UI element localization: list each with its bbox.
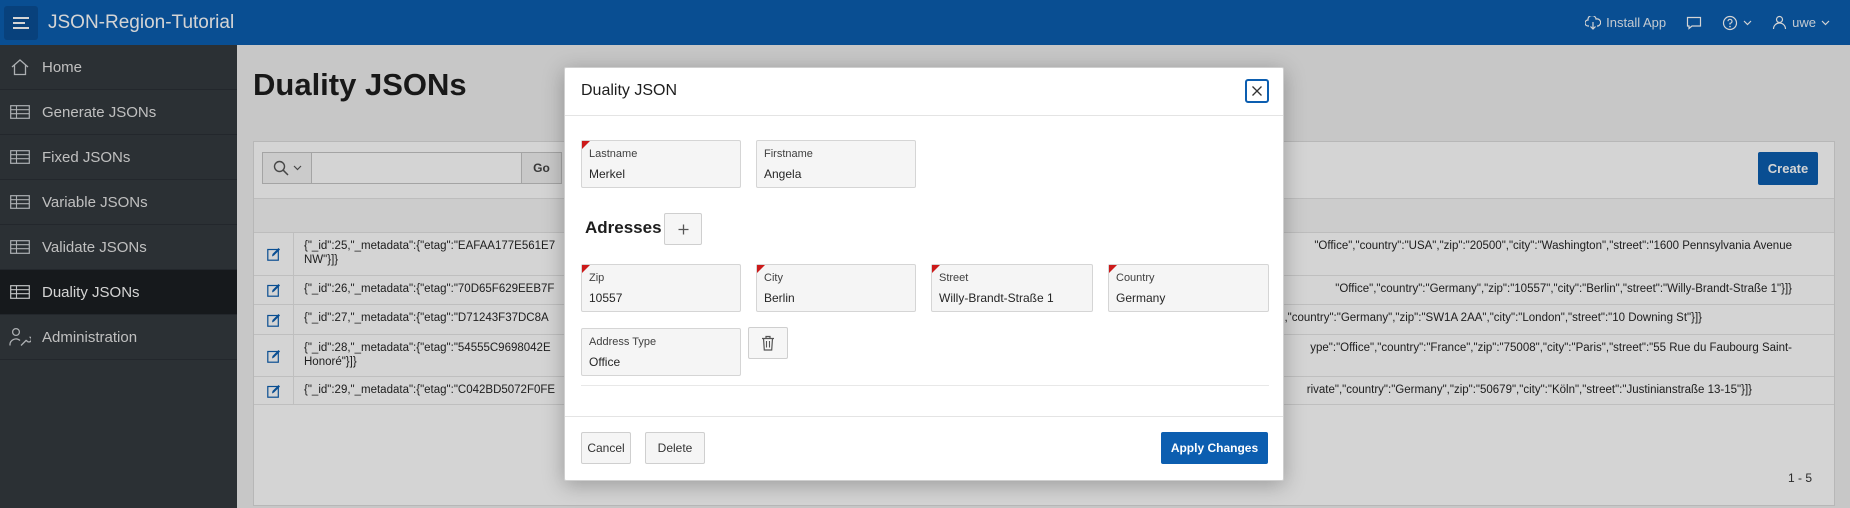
city-field[interactable]: City Berlin [756, 264, 916, 312]
dialog-footer: Cancel Delete Apply Changes [565, 416, 1283, 480]
street-value: Willy-Brandt-Straße 1 [939, 291, 1054, 305]
address-type-label: Address Type [589, 336, 657, 348]
street-field[interactable]: Street Willy-Brandt-Straße 1 [931, 264, 1093, 312]
trash-icon [762, 335, 774, 351]
delete-button[interactable]: Delete [645, 432, 705, 464]
delete-address-button[interactable] [748, 327, 788, 359]
section-divider [581, 385, 1269, 386]
close-button[interactable] [1245, 79, 1269, 103]
add-address-button[interactable] [664, 213, 702, 245]
address-type-value: Office [589, 355, 621, 369]
firstname-field[interactable]: Firstname Angela [756, 140, 916, 188]
close-icon [1252, 86, 1262, 96]
zip-value: 10557 [589, 291, 623, 305]
firstname-label: Firstname [764, 148, 813, 160]
lastname-label: Lastname [589, 148, 638, 160]
apply-changes-button[interactable]: Apply Changes [1161, 432, 1268, 464]
cancel-button[interactable]: Cancel [581, 432, 631, 464]
dialog-title: Duality JSON [581, 82, 678, 99]
lastname-field[interactable]: Lastname Merkel [581, 140, 741, 188]
zip-label: Zip [589, 272, 605, 284]
zip-field[interactable]: Zip 10557 [581, 264, 741, 312]
country-label: Country [1116, 272, 1155, 284]
country-value: Germany [1116, 291, 1166, 305]
address-type-field[interactable]: Address Type Office [581, 328, 741, 376]
dialog-header: Duality JSON [565, 68, 1283, 116]
country-field[interactable]: Country Germany [1108, 264, 1269, 312]
lastname-value: Merkel [589, 167, 626, 181]
plus-icon [678, 224, 688, 234]
firstname-value: Angela [764, 167, 802, 181]
city-value: Berlin [764, 291, 795, 305]
city-label: City [764, 272, 783, 284]
addresses-heading: Adresses [585, 218, 662, 237]
street-label: Street [939, 272, 969, 284]
duality-json-dialog: Duality JSON Lastname Merkel Firstname A… [564, 67, 1284, 481]
